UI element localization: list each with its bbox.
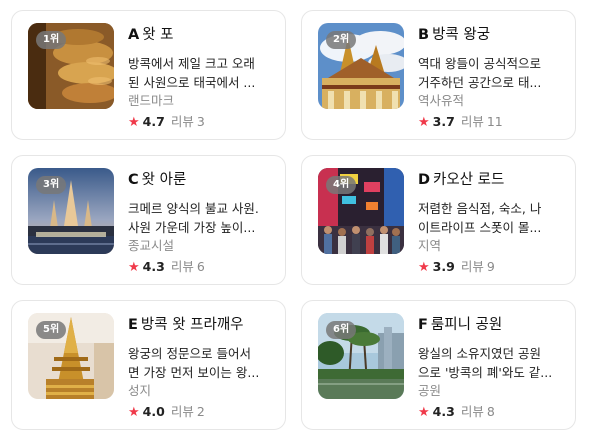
star-icon: ★ <box>128 260 140 275</box>
place-title[interactable]: F 룸피니 공원 <box>418 316 566 334</box>
review-label: 리뷰 <box>170 114 194 129</box>
place-name: 왓 포 <box>142 27 174 43</box>
review-count: 6 <box>196 259 205 274</box>
place-card-6[interactable]: 6위 F 룸피니 공원 왕실의 소유지였던 공원 으로 '방콕의 폐'와도 같..… <box>301 300 576 430</box>
place-card-1[interactable]: 1위 A왓 포 방콕에서 제일 크고 오래 된 사원으로 태국에서 ... 랜드… <box>11 10 286 140</box>
description-line: 크메르 양식의 불교 사원. <box>128 201 259 216</box>
rating-row: ★ 3.9 리뷰 9 <box>418 258 566 277</box>
rank-badge: 2위 <box>326 31 357 49</box>
place-card-5[interactable]: 5위 E 방콕 왓 프라깨우 왕궁의 정문으로 들어서 면 가장 먼저 보이는 왕… <box>11 300 286 430</box>
rating-row: ★ 4.0 리뷰 2 <box>128 403 276 422</box>
place-letter: A <box>128 27 140 43</box>
rank-badge: 4위 <box>326 176 357 194</box>
rating-score: 3.7 <box>432 114 455 129</box>
rating-score: 3.9 <box>432 259 455 274</box>
place-letter: B <box>418 27 430 43</box>
place-title[interactable]: B 방콕 왕궁 <box>418 26 566 44</box>
place-letter: E <box>128 317 138 333</box>
review-count: 11 <box>486 114 503 129</box>
place-description: 방콕에서 제일 크고 오래 된 사원으로 태국에서 ... <box>128 54 276 92</box>
star-icon: ★ <box>418 115 430 130</box>
place-description: 저렴한 음식점, 숙소, 나 이트라이프 스폿이 몰... <box>418 199 566 237</box>
description-line: 왕궁의 정문으로 들어서 <box>128 346 251 361</box>
golden-stupa-image: 5위 <box>28 313 114 399</box>
place-letter: C <box>128 172 139 188</box>
review-label: 리뷰 <box>460 259 484 274</box>
review-label: 리뷰 <box>460 114 484 129</box>
description-line: 으로 '방콕의 폐'와도 같... <box>418 365 553 380</box>
rank-badge: 1위 <box>36 31 67 49</box>
rank-badge: 6위 <box>326 321 357 339</box>
wat-arun-image: 3위 <box>28 168 114 254</box>
place-name: 룸피니 공원 <box>430 317 503 333</box>
rating-score: 4.7 <box>142 114 165 129</box>
description-line: 거주하던 공간으로 태... <box>418 75 542 90</box>
rating-row: ★ 3.7 리뷰 11 <box>418 113 566 132</box>
place-name: 방콕 왓 프라깨우 <box>140 317 244 333</box>
grand-palace-image: 2위 <box>318 23 404 109</box>
place-name: 왓 아룬 <box>141 172 187 188</box>
review-count: 9 <box>486 259 495 274</box>
place-category: 랜드마크 <box>128 93 175 108</box>
place-name: 카오산 로드 <box>433 172 505 188</box>
khao-san-road-image: 4위 <box>318 168 404 254</box>
rating-score: 4.0 <box>142 404 165 419</box>
place-title[interactable]: D 카오산 로드 <box>418 171 566 189</box>
description-line: 이트라이프 스폿이 몰... <box>418 220 542 235</box>
place-letter: F <box>418 317 428 333</box>
place-category: 역사유적 <box>418 93 465 108</box>
place-description: 왕실의 소유지였던 공원 으로 '방콕의 폐'와도 같... <box>418 344 566 382</box>
review-label: 리뷰 <box>170 404 194 419</box>
star-icon: ★ <box>128 115 140 130</box>
rating-row: ★ 4.3 리뷰 6 <box>128 258 276 277</box>
place-card-4[interactable]: 4위 D 카오산 로드 저렴한 음식점, 숙소, 나 이트라이프 스폿이 몰...… <box>301 155 576 285</box>
place-title[interactable]: C왓 아룬 <box>128 171 276 189</box>
rating-score: 4.3 <box>142 259 165 274</box>
description-line: 면 가장 먼저 보이는 왕... <box>128 365 260 380</box>
place-letter: D <box>418 172 431 188</box>
description-line: 된 사원으로 태국에서 ... <box>128 75 256 90</box>
place-title[interactable]: A왓 포 <box>128 26 276 44</box>
place-category: 공원 <box>418 383 442 398</box>
review-label: 리뷰 <box>460 404 484 419</box>
description-line: 역대 왕들이 공식적으로 <box>418 56 541 71</box>
golden-buddha-image: 1위 <box>28 23 114 109</box>
place-category: 성지 <box>128 383 152 398</box>
star-icon: ★ <box>418 260 430 275</box>
description-line: 방콕에서 제일 크고 오래 <box>128 56 255 71</box>
place-description: 크메르 양식의 불교 사원. 사원 가운데 가장 높이... <box>128 199 276 237</box>
place-category: 종교시설 <box>128 238 175 253</box>
review-count: 8 <box>486 404 495 419</box>
place-card-2[interactable]: 2위 B 방콕 왕궁 역대 왕들이 공식적으로 거주하던 공간으로 태... 역사… <box>301 10 576 140</box>
place-name: 방콕 왕궁 <box>432 27 491 43</box>
place-title[interactable]: E 방콕 왓 프라깨우 <box>128 316 276 334</box>
place-category: 지역 <box>418 238 442 253</box>
description-line: 사원 가운데 가장 높이... <box>128 220 256 235</box>
star-icon: ★ <box>418 405 430 420</box>
description-line: 저렴한 음식점, 숙소, 나 <box>418 201 542 216</box>
description-line: 왕실의 소유지였던 공원 <box>418 346 541 361</box>
review-count: 2 <box>196 404 205 419</box>
review-count: 3 <box>196 114 205 129</box>
place-description: 역대 왕들이 공식적으로 거주하던 공간으로 태... <box>418 54 566 92</box>
rating-score: 4.3 <box>432 404 455 419</box>
rating-row: ★ 4.3 리뷰 8 <box>418 403 566 422</box>
rating-row: ★ 4.7 리뷰 3 <box>128 113 276 132</box>
place-description: 왕궁의 정문으로 들어서 면 가장 먼저 보이는 왕... <box>128 344 276 382</box>
rank-badge: 5위 <box>36 321 67 339</box>
star-icon: ★ <box>128 405 140 420</box>
rank-badge: 3위 <box>36 176 67 194</box>
place-card-3[interactable]: 3위 C왓 아룬 크메르 양식의 불교 사원. 사원 가운데 가장 높이... … <box>11 155 286 285</box>
review-label: 리뷰 <box>170 259 194 274</box>
lumpini-park-image: 6위 <box>318 313 404 399</box>
